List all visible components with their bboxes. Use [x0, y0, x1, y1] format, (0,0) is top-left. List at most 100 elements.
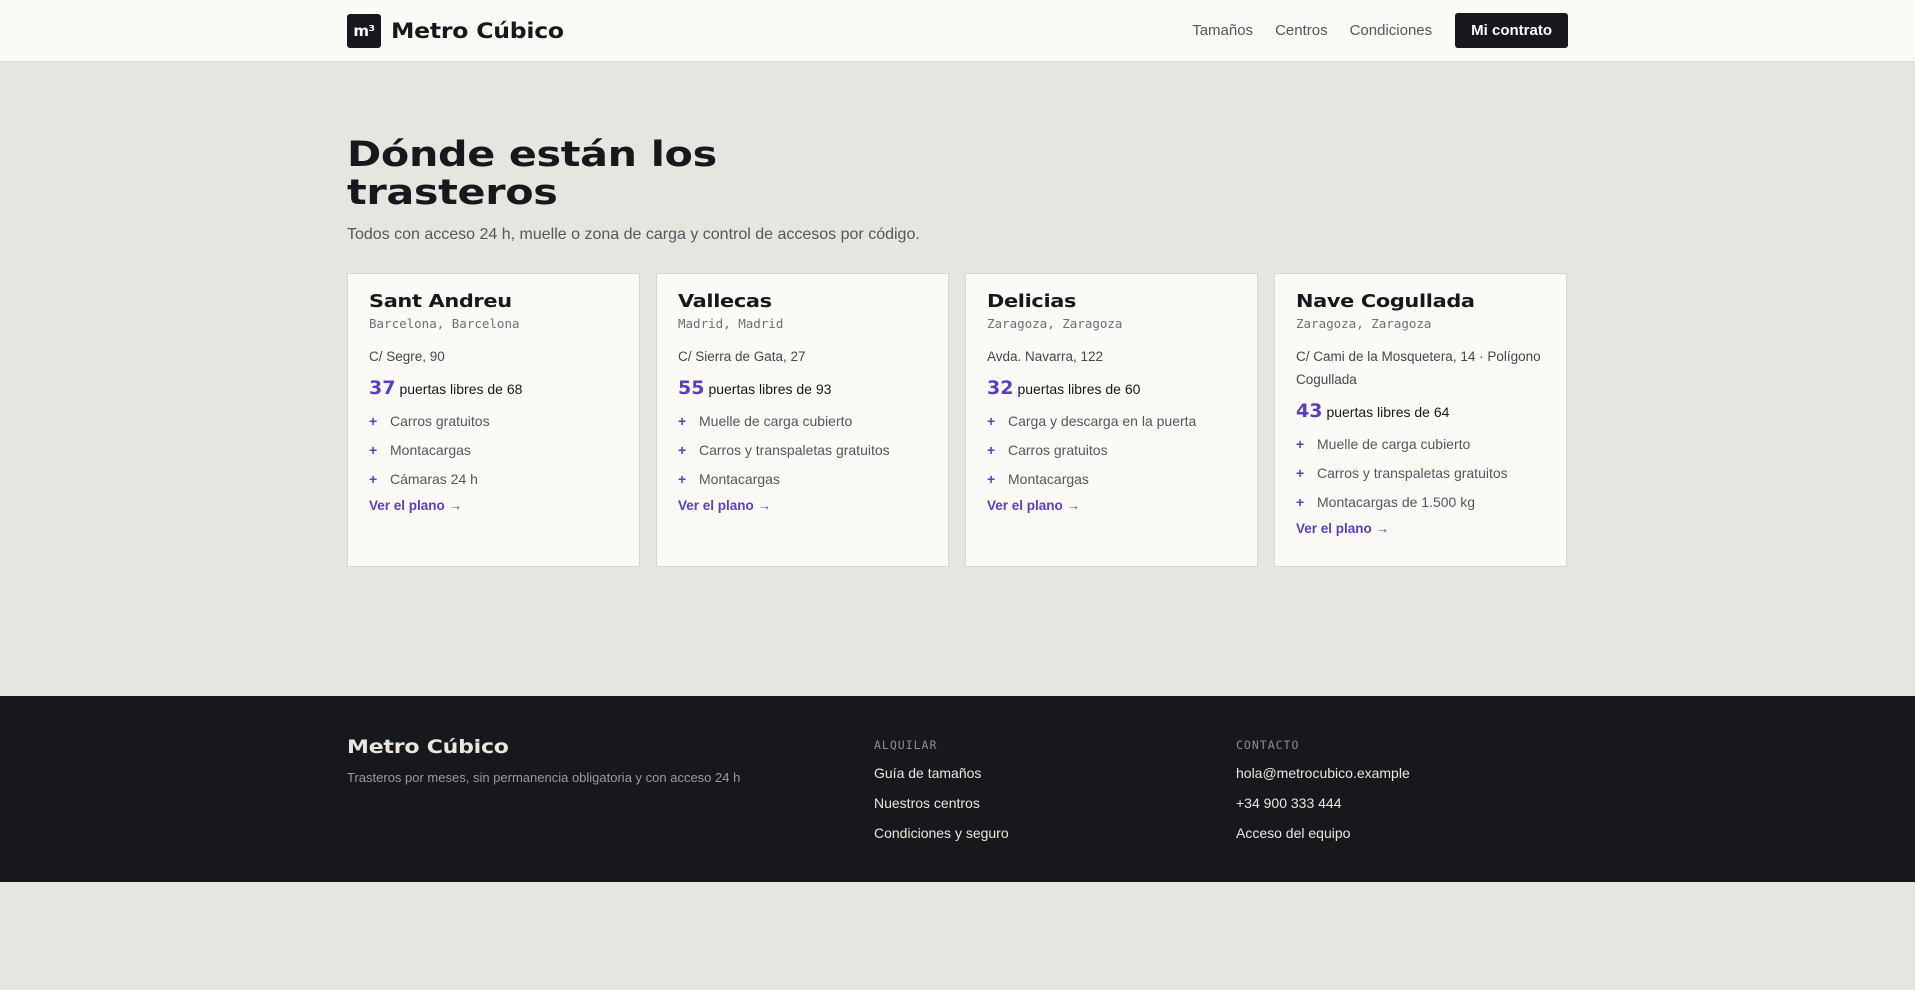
- center-name: Delicias: [987, 291, 1077, 312]
- view-plan-link[interactable]: Ver el plano →: [369, 498, 462, 513]
- feature-item: + Montacargas: [369, 436, 618, 465]
- footer-contact-links: hola@metrocubico.example +34 900 333 444…: [1236, 758, 1410, 848]
- feature-list: + Carros gratuitos + Montacargas + Cámaras …: [369, 407, 618, 494]
- feature-item: + Muelle de carga cubierto: [678, 407, 927, 436]
- footer-link-phone[interactable]: +34 900 333 444: [1236, 788, 1410, 818]
- center-address: Avda. Navarra, 122: [987, 349, 1104, 364]
- feature-item: + Carros y transpaletas gratuitos: [678, 436, 927, 465]
- feature-label: Cámaras 24 h: [390, 471, 478, 487]
- footer-tagline: Trasteros por meses, sin permanencia obl…: [347, 770, 741, 785]
- nav-link-centers[interactable]: Centros: [1275, 22, 1328, 39]
- main-nav: Tamaños Centros Condiciones Mi contrato: [1192, 13, 1568, 48]
- free-doors-label: puertas libres de 68: [399, 381, 523, 397]
- nav-link-conditions[interactable]: Condiciones: [1350, 22, 1433, 39]
- footer-link-conditions[interactable]: Condiciones y seguro: [874, 818, 1009, 848]
- center-card-delicias: Delicias Zaragoza, Zaragoza Avda. Navarr…: [965, 273, 1258, 567]
- feature-item: + Carga y descarga en la puerta: [987, 407, 1236, 436]
- feature-label: Carros gratuitos: [1008, 442, 1108, 458]
- center-card-sant-andreu: Sant Andreu Barcelona, Barcelona C/ Segr…: [347, 273, 640, 567]
- feature-label: Muelle de carga cubierto: [1317, 436, 1471, 452]
- availability: 43 puertas libres de 64: [1296, 400, 1545, 422]
- feature-label: Carros gratuitos: [390, 413, 490, 429]
- brand-home-link[interactable]: m³ Metro Cúbico: [347, 13, 564, 48]
- plus-icon: +: [1296, 436, 1305, 452]
- plus-icon: +: [369, 471, 378, 487]
- feature-item: + Montacargas de 1.500 kg: [1296, 488, 1545, 517]
- availability: 55 puertas libres de 93: [678, 377, 927, 399]
- center-card-nave-cogullada: Nave Cogullada Zaragoza, Zaragoza C/ Cam…: [1274, 273, 1567, 567]
- free-doors-count: 55: [678, 377, 705, 399]
- feature-label: Montacargas de 1.500 kg: [1317, 494, 1475, 510]
- plus-icon: +: [987, 442, 996, 458]
- footer-link-our-centers[interactable]: Nuestros centros: [874, 788, 1009, 818]
- free-doors-label: puertas libres de 60: [1017, 381, 1141, 397]
- feature-item: + Carros gratuitos: [369, 407, 618, 436]
- center-name: Vallecas: [678, 291, 772, 312]
- availability: 37 puertas libres de 68: [369, 377, 618, 399]
- center-name: Nave Cogullada: [1296, 291, 1475, 312]
- plus-icon: +: [369, 413, 378, 429]
- footer-rent-links: Guía de tamaños Nuestros centros Condici…: [874, 758, 1009, 848]
- page-title: Dónde están los trasteros: [347, 135, 717, 213]
- feature-item: + Montacargas: [987, 465, 1236, 494]
- footer-link-team-access[interactable]: Acceso del equipo: [1236, 818, 1410, 848]
- center-city: Zaragoza, Zaragoza: [1296, 316, 1432, 331]
- feature-list: + Carga y descarga en la puerta + Carros g…: [987, 407, 1236, 494]
- center-address: C/ Sierra de Gata, 27: [678, 349, 806, 364]
- availability: 32 puertas libres de 60: [987, 377, 1236, 399]
- centers-grid: Sant Andreu Barcelona, Barcelona C/ Segr…: [347, 273, 1568, 567]
- feature-item: + Muelle de carga cubierto: [1296, 430, 1545, 459]
- plus-icon: +: [369, 442, 378, 458]
- view-plan-link[interactable]: Ver el plano →: [1296, 521, 1389, 536]
- brand-name: Metro Cúbico: [391, 18, 564, 43]
- free-doors-label: puertas libres de 64: [1326, 404, 1450, 420]
- free-doors-count: 43: [1296, 400, 1323, 422]
- center-city: Barcelona, Barcelona: [369, 316, 520, 331]
- site-footer: Metro Cúbico Trasteros por meses, sin pe…: [0, 696, 1915, 882]
- view-plan-link[interactable]: Ver el plano →: [987, 498, 1080, 513]
- plus-icon: +: [1296, 494, 1305, 510]
- footer-brand-name: Metro Cúbico: [347, 736, 509, 758]
- footer-link-size-guide[interactable]: Guía de tamaños: [874, 758, 1009, 788]
- footer-rent-column: ALQUILAR Guía de tamaños Nuestros centro…: [874, 736, 1009, 848]
- center-card-vallecas: Vallecas Madrid, Madrid C/ Sierra de Gat…: [656, 273, 949, 567]
- free-doors-label: puertas libres de 93: [708, 381, 832, 397]
- plus-icon: +: [678, 442, 687, 458]
- center-city: Zaragoza, Zaragoza: [987, 316, 1123, 331]
- feature-label: Muelle de carga cubierto: [699, 413, 853, 429]
- footer-brand: Metro Cúbico Trasteros por meses, sin pe…: [347, 736, 740, 842]
- center-city: Madrid, Madrid: [678, 316, 784, 331]
- plus-icon: +: [1296, 465, 1305, 481]
- logo-icon: m³: [347, 13, 381, 48]
- footer-link-email[interactable]: hola@metrocubico.example: [1236, 758, 1410, 788]
- nav-link-sizes[interactable]: Tamaños: [1192, 22, 1253, 39]
- my-contract-button[interactable]: Mi contrato: [1455, 13, 1568, 48]
- footer-rent-heading: ALQUILAR: [874, 738, 938, 752]
- feature-item: + Carros gratuitos: [987, 436, 1236, 465]
- center-address: C/ Segre, 90: [369, 349, 445, 364]
- feature-item: + Cámaras 24 h: [369, 465, 618, 494]
- center-name: Sant Andreu: [369, 291, 512, 312]
- footer-contact-column: CONTACTO hola@metrocubico.example +34 90…: [1236, 736, 1410, 848]
- feature-label: Carros y transpaletas gratuitos: [699, 442, 890, 458]
- hero-section: Dónde están los trasteros Todos con acce…: [347, 62, 1568, 244]
- center-address: C/ Cami de la Mosquetera, 14 · Polígono …: [1296, 349, 1541, 387]
- view-plan-link[interactable]: Ver el plano →: [678, 498, 771, 513]
- plus-icon: +: [678, 471, 687, 487]
- feature-list: + Muelle de carga cubierto + Carros y tran…: [678, 407, 927, 494]
- free-doors-count: 32: [987, 377, 1014, 399]
- feature-label: Carros y transpaletas gratuitos: [1317, 465, 1508, 481]
- plus-icon: +: [678, 413, 687, 429]
- feature-item: + Montacargas: [678, 465, 927, 494]
- free-doors-count: 37: [369, 377, 396, 399]
- feature-label: Montacargas: [1008, 471, 1089, 487]
- plus-icon: +: [987, 413, 996, 429]
- feature-label: Montacargas: [699, 471, 780, 487]
- top-navbar: m³ Metro Cúbico Tamaños Centros Condicio…: [0, 0, 1915, 62]
- main-content: Dónde están los trasteros Todos con acce…: [347, 62, 1568, 567]
- feature-list: + Muelle de carga cubierto + Carros y tran…: [1296, 430, 1545, 517]
- feature-item: + Carros y transpaletas gratuitos: [1296, 459, 1545, 488]
- footer-contact-heading: CONTACTO: [1236, 738, 1300, 752]
- feature-label: Carga y descarga en la puerta: [1008, 413, 1197, 429]
- plus-icon: +: [987, 471, 996, 487]
